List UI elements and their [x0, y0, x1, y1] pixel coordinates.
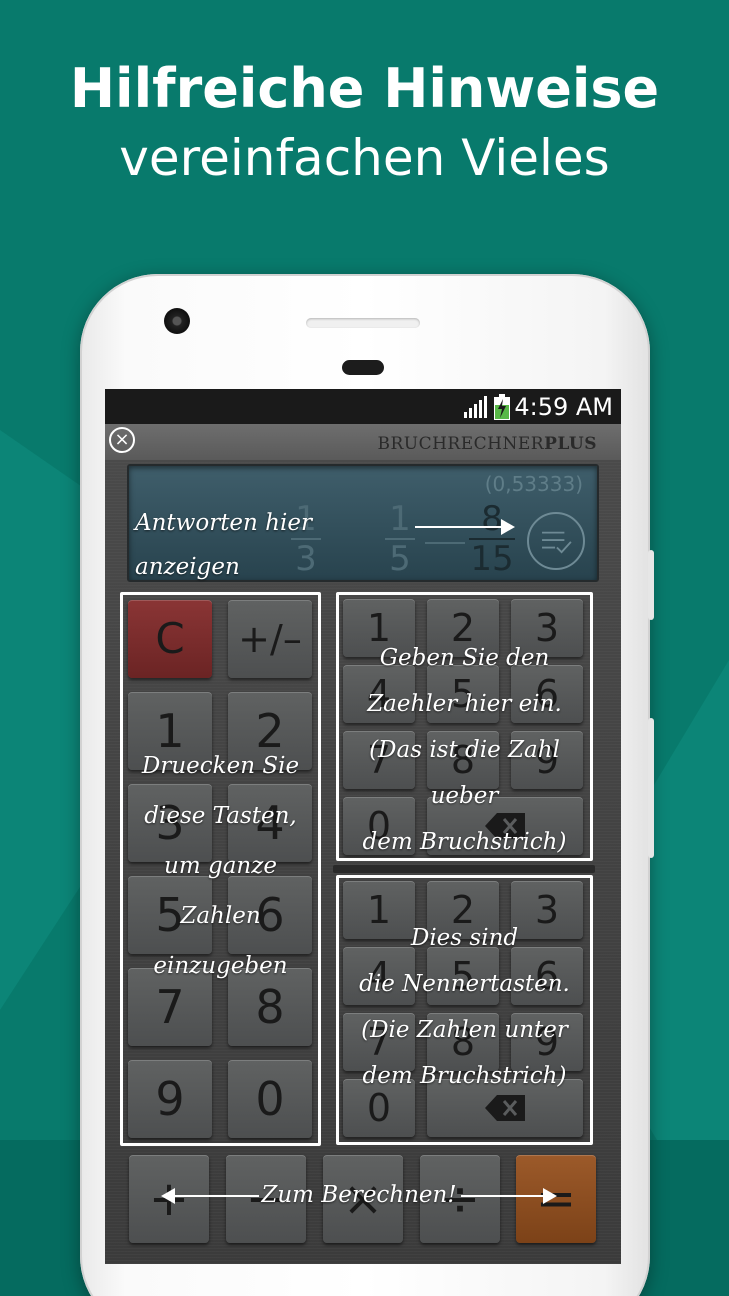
status-time: 4:59 AM [514, 393, 613, 421]
hint-line: (Die Zahlen unter [361, 1017, 568, 1043]
decimal-readout: (0,53333) [484, 472, 583, 496]
app-screen: 4:59 AM BRUCHRECHNERPLUS × (0,53333) 1 3… [105, 389, 621, 1264]
headline: Hilfreiche Hinweise vereinfachen Vieles [0, 58, 729, 190]
hint-line: um ganze [164, 853, 277, 879]
hint-line: dem Bruchstrich) [362, 1063, 567, 1089]
headline-title: Hilfreiche Hinweise [69, 57, 660, 120]
display-hint: Antworten hier anzeigen [135, 510, 312, 580]
hint-line: dem Bruchstrich) [362, 829, 567, 855]
calculate-hint: Zum Berechnen! [261, 1182, 457, 1208]
hint-line: Druecken Sie [141, 753, 300, 779]
signal-icon [464, 396, 487, 418]
hint-line: Geben Sie den [379, 645, 550, 671]
status-bar: 4:59 AM [105, 389, 621, 424]
calculate-hint-arrow-right [461, 1195, 545, 1197]
phone-side-button [648, 550, 654, 620]
denominator-hint: Dies sind die Nennertasten. (Die Zahlen … [336, 915, 593, 1099]
hint-line: einzugeben [153, 953, 288, 979]
headline-subtitle: vereinfachen Vieles [119, 129, 610, 187]
operator-dash [425, 542, 465, 544]
speaker-grille [342, 360, 384, 375]
app-brand-bold: PLUS [544, 434, 597, 454]
battery-charging-icon [494, 394, 510, 420]
hint-line: diese Tasten, [144, 803, 297, 829]
keypad-divider [333, 865, 595, 873]
calculate-hint-arrow-left [173, 1195, 259, 1197]
hint-line: Zaehler hier ein. [367, 691, 562, 717]
fraction-result: 8 15 [469, 502, 515, 576]
hint-line: die Nennertasten. [359, 971, 570, 997]
close-icon[interactable]: × [109, 427, 135, 453]
hint-line: Zahlen [180, 903, 261, 929]
hint-line: Dies sind [410, 925, 519, 951]
app-brand-regular: BRUCHRECHNER [377, 434, 545, 454]
whole-keys-hint: Druecken Sie diese Tasten, um ganze Zahl… [120, 741, 321, 991]
display-hint-arrow [415, 526, 503, 528]
app-brand: BRUCHRECHNERPLUS [377, 434, 597, 454]
app-header: BRUCHRECHNERPLUS [105, 424, 621, 460]
hint-line: (Das ist die Zahl ueber [369, 737, 560, 809]
phone-slot [306, 318, 420, 328]
arrow-head [501, 519, 515, 535]
camera-icon [164, 308, 190, 334]
phone-side-button [648, 718, 654, 858]
arrow-head [543, 1188, 557, 1204]
fraction-denominator: 15 [470, 539, 514, 579]
numerator-hint: Geben Sie den Zaehler hier ein. (Das ist… [336, 635, 593, 865]
list-check-icon[interactable] [527, 512, 585, 570]
